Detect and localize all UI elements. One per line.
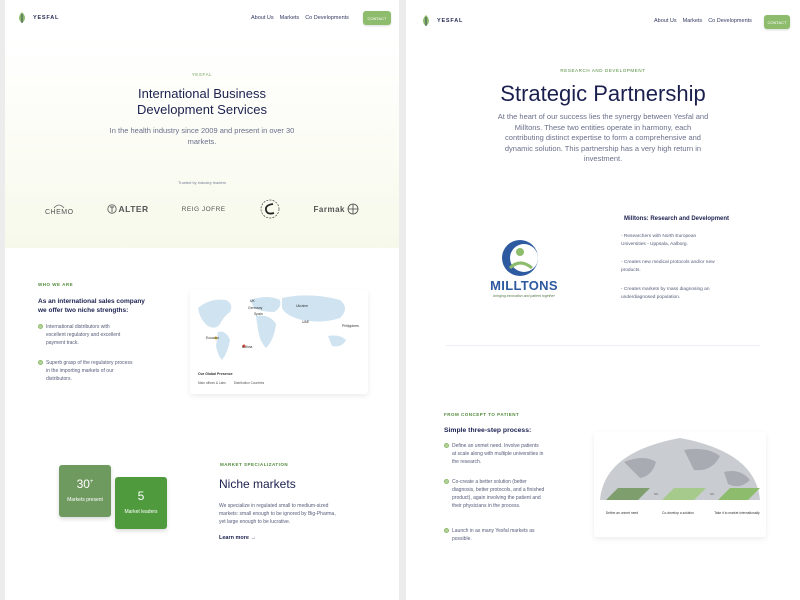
top-nav: YESFAL About Us Markets Co Developments … xyxy=(5,0,399,38)
partner-logos: CHEMO ALTER REIG JOFRE Farmak xyxy=(45,198,359,220)
concept-bullet-3: Launch in as many Yesfal markets as poss… xyxy=(444,527,584,543)
milltons-bullet-1: - Researchers with North European Univer… xyxy=(621,234,697,247)
pin-uk: UK xyxy=(250,299,255,303)
milltons-name: MILLTONS xyxy=(490,278,558,293)
contact-button[interactable]: CONTACT xyxy=(363,11,391,25)
trusted-by-label: Trusted by industry leaders xyxy=(177,180,227,185)
pin-uae: UAE xyxy=(302,320,310,324)
three-step-graphic: Define an unmet need Co-develop a soluti… xyxy=(594,432,766,537)
stat-markets-present: 30+ Markets present xyxy=(59,465,111,517)
arrow-right-icon: → xyxy=(250,535,257,541)
pin-philippines: Philippines xyxy=(342,324,359,328)
legend-main-offices: Main offices & Labs xyxy=(198,381,226,385)
brand-name: YESFAL xyxy=(33,15,60,21)
learn-more-link[interactable]: Learn more → xyxy=(219,535,256,541)
niche-markets-title: Niche markets xyxy=(219,477,296,491)
map-legend-title: Our Global Presence xyxy=(198,372,233,376)
concept-bullet-2: Co-create a better solution (better diag… xyxy=(444,478,584,510)
step-2-label: Co-develop a solution xyxy=(662,511,694,515)
nav-co-developments[interactable]: Co Developments xyxy=(305,15,349,21)
nav-markets[interactable]: Markets xyxy=(683,18,703,24)
alter-mark-icon xyxy=(106,204,117,214)
home-page: YESFAL About Us Markets Co Developments … xyxy=(5,0,399,600)
hero-title-line2: Development Services xyxy=(136,102,268,117)
leaf-logo-icon xyxy=(19,12,25,23)
milltons-bullet-3: - Creates markets by mass diagnosing an … xyxy=(621,287,710,300)
seal-logo xyxy=(259,198,281,220)
chemo-logo: CHEMO xyxy=(45,203,74,216)
alter-logo: ALTER xyxy=(106,204,149,214)
niche-description: We specialize in regulated small to medi… xyxy=(219,503,336,525)
leaf-logo-icon xyxy=(423,15,429,26)
rd-eyebrow: RESEARCH AND DEVELOPMENT xyxy=(560,68,646,73)
global-presence-map[interactable]: UK Germany Spain Ukraine UAE Philippines… xyxy=(190,290,368,394)
nav-links: About Us Markets Co Developments xyxy=(251,15,349,21)
nav-links: About Us Markets Co Developments xyxy=(654,18,752,24)
milltons-bullet-2: - Creates new medical protocols and/or n… xyxy=(621,260,715,273)
who-bullet-1: International distributors with excellen… xyxy=(38,323,168,347)
who-title-line1: As an international sales company xyxy=(38,298,145,305)
pin-ukraine: Ukraine xyxy=(296,304,309,308)
brand[interactable]: YESFAL xyxy=(421,15,463,27)
contact-button[interactable]: CONTACT xyxy=(764,15,790,29)
pin-ecuador: Ecuador xyxy=(206,336,220,340)
bullet-dot-icon xyxy=(444,528,449,533)
map-legend-items: Main offices & Labs Distribution Countri… xyxy=(198,381,264,385)
partnership-page: YESFAL About Us Markets Co Developments … xyxy=(406,0,800,600)
hero-eyebrow: YESFAL xyxy=(191,72,213,77)
step-1-label: Define an unmet need xyxy=(605,511,639,515)
section-divider xyxy=(446,345,760,346)
brand[interactable]: YESFAL xyxy=(17,12,59,24)
farmak-cross-icon xyxy=(347,203,359,215)
pin-bolivia: Bolivia xyxy=(242,345,253,349)
three-step-title: Simple three-step process: xyxy=(444,427,532,434)
brand-name: YESFAL xyxy=(437,18,464,24)
strategic-partnership-title: Strategic Partnership xyxy=(500,81,706,106)
market-specialization-label: MARKET SPECIALIZATION xyxy=(220,462,289,467)
concept-to-patient-label: FROM CONCEPT TO PATIENT xyxy=(444,412,520,417)
hero-subtitle-line2: markets. xyxy=(187,137,217,146)
who-we-are-label: WHO WE ARE xyxy=(38,282,74,287)
stat-market-leaders: 5 Market leaders xyxy=(115,477,167,529)
globe-process-graphic xyxy=(600,438,760,500)
nav-co-developments[interactable]: Co Developments xyxy=(708,18,752,24)
world-map-graphic xyxy=(190,290,368,368)
hero-section: YESFAL International Business Developmen… xyxy=(5,38,399,248)
pin-spain: Spain xyxy=(254,312,263,316)
concept-bullet-1: Define an unmet need. Involve patients a… xyxy=(444,442,584,466)
milltons-heading: Milltons: Research and Development xyxy=(624,216,730,222)
farmak-logo: Farmak xyxy=(314,203,359,215)
pin-germany: Germany xyxy=(248,306,263,310)
hero-subtitle-line1: In the health industry since 2009 and pr… xyxy=(109,126,295,135)
nav-markets[interactable]: Markets xyxy=(280,15,300,21)
reig-jofre-logo: REIG JOFRE xyxy=(181,205,226,213)
partnership-description: At the heart of our success lies the syn… xyxy=(497,112,709,163)
milltons-tagline: bringing innovation and patient together xyxy=(493,294,555,298)
circular-seal-icon xyxy=(260,199,279,219)
nav-about-us[interactable]: About Us xyxy=(251,15,274,21)
who-bullet-2: Superb grasp of the regulatory process i… xyxy=(38,359,168,383)
nav-about-us[interactable]: About Us xyxy=(654,18,677,24)
top-nav: YESFAL About Us Markets Co Developments … xyxy=(406,0,800,38)
legend-distribution: Distribution Countries xyxy=(233,381,265,385)
milltons-logo: MILLTONS bringing innovation and patient… xyxy=(474,238,574,308)
step-3-label: Take it to market internationally xyxy=(714,511,760,515)
bullet-dot-icon xyxy=(38,360,43,365)
who-title-line2: we offer two niche strengths: xyxy=(38,307,129,314)
bullet-dot-icon xyxy=(444,479,449,484)
bullet-dot-icon xyxy=(38,324,43,329)
bullet-dot-icon xyxy=(444,443,449,448)
milltons-emblem-icon xyxy=(502,240,538,276)
hero-title-line1: International Business xyxy=(138,86,266,101)
